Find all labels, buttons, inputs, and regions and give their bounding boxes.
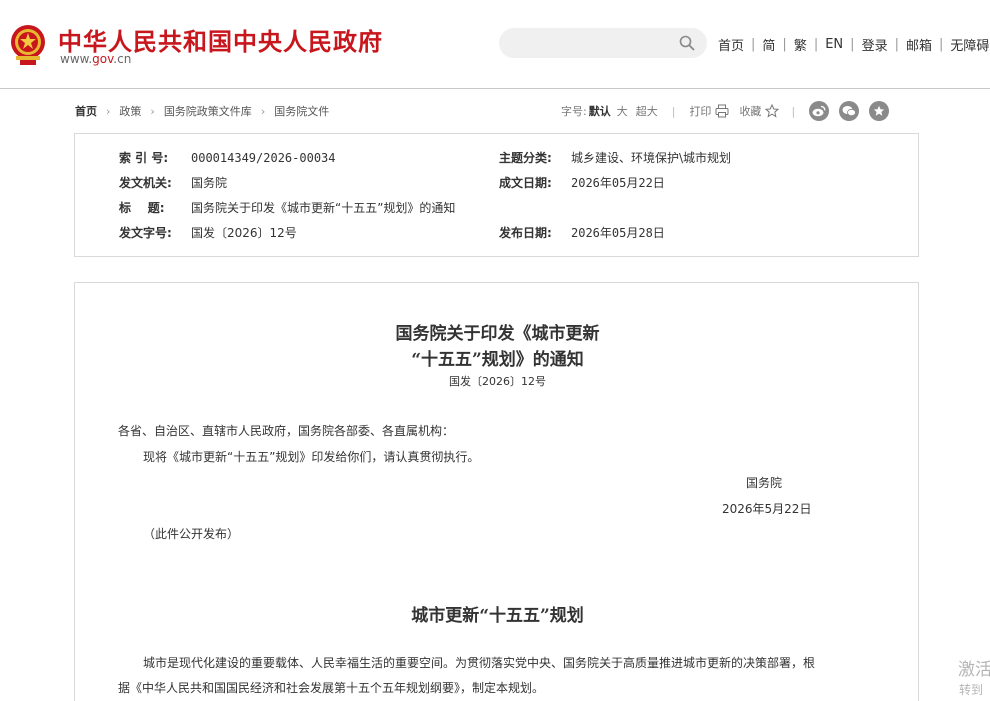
nav-separator: | [850,37,855,52]
document-sign-date: 2026年5月22日 [722,502,812,516]
document-metadata: 索 引 号: 000014349/2026-00034 发文机关: 国务院 标 题:… [74,133,919,257]
nav-traditional[interactable]: 繁 [794,35,807,54]
page-tools: 字号: 默认 大 超大 | 打印 收藏 | [561,101,890,121]
domain-prefix: www. [60,52,93,66]
printer-icon[interactable] [715,104,729,118]
document-title-line2: “十五五”规划》的通知 [411,350,584,370]
meta-index-row: 索 引 号: 000014349/2026-00034 [119,149,336,166]
print-button[interactable]: 打印 [689,103,711,119]
meta-index-label: 索 引 号: [119,151,169,165]
document-signature: 国务院 [746,476,783,490]
breadcrumb-home[interactable]: 首页 [75,103,97,119]
font-size-label: 字号: [561,105,587,118]
nav-simplified[interactable]: 简 [762,35,775,54]
nav-accessibility[interactable]: 无障碍 [950,35,989,54]
plan-paragraph-line2: 据《中华人民共和国国民经济和社会发展第十五个五年规划纲要》，制定本规划。 [118,681,545,695]
star-icon[interactable] [765,104,780,118]
font-size-xlarge[interactable]: 超大 [636,103,658,119]
breadcrumb-policy-library[interactable]: 国务院政策文件库 [164,103,252,119]
site-header: 中华人民共和国中央人民政府 www.gov.cn 首页 | 简 | 繁 | EN… [0,0,990,89]
meta-docno-label: 发文字号: [119,226,172,240]
document-body: 现将《城市更新“十五五”规划》印发给你们，请认真贯彻执行。 [143,450,480,464]
document-number: 国发〔2026〕12号 [449,375,546,388]
top-nav: 首页 | 简 | 繁 | EN | 登录 | 邮箱 | 无障碍 [718,35,989,54]
meta-docno-row: 发文字号: 国发〔2026〕12号 [119,224,297,241]
meta-subject-row: 主题分类: 城乡建设、环境保护\城市规划 [499,149,731,166]
nav-login[interactable]: 登录 [862,35,888,54]
plan-paragraph-line1: 城市是现代化建设的重要载体、人民幸福生活的重要空间。为贯彻落实党中央、国务院关于… [143,656,816,670]
document-salutation: 各省、自治区、直辖市人民政府，国务院各部委、各直属机构： [118,424,455,438]
chevron-right-icon: › [150,104,155,118]
nav-separator: | [813,37,819,52]
national-emblem-icon[interactable] [8,22,48,68]
breadcrumb: 首页 › 政策 › 国务院政策文件库 › 国务院文件 [75,103,329,119]
plan-title: 城市更新“十五五”规划 [411,606,584,626]
nav-home[interactable]: 首页 [718,35,744,54]
breadcrumb-state-council-docs[interactable]: 国务院文件 [274,103,329,119]
font-size-default[interactable]: 默认 [589,103,611,119]
meta-written-label: 成文日期: [499,176,552,190]
document-title-line1: 国务院关于印发《城市更新 [395,324,600,344]
nav-mailbox[interactable]: 邮箱 [906,35,932,54]
nav-separator: | [782,37,787,52]
meta-publish-value: 2026年05月28日 [571,226,665,240]
domain-suffix: .cn [113,52,132,66]
meta-publish-row: 发布日期: 2026年05月28日 [499,224,665,241]
meta-docno-value: 国发〔2026〕12号 [191,226,297,240]
tools-separator: | [791,104,796,118]
meta-issuer-row: 发文机关: 国务院 [119,174,227,191]
search-icon[interactable] [679,35,695,51]
wechat-share-button[interactable] [839,101,860,121]
share-buttons [809,101,890,121]
activation-watermark-sub: 转到 [959,683,984,697]
favorite-button[interactable]: 收藏 [739,103,761,119]
font-size-large[interactable]: 大 [617,103,628,119]
breadcrumb-policy[interactable]: 政策 [119,103,141,119]
tools-separator: | [671,104,676,118]
meta-title-value: 国务院关于印发《城市更新“十五五”规划》的通知 [191,201,456,215]
meta-title-label: 标 题: [119,201,165,215]
meta-issuer-label: 发文机关: [119,176,172,190]
nav-separator: | [751,37,756,52]
domain-gov: gov [92,52,114,66]
weibo-share-button[interactable] [809,101,830,121]
meta-publish-label: 发布日期: [499,226,552,240]
meta-written-value: 2026年05月22日 [571,176,665,190]
meta-index-value: 000014349/2026-00034 [191,151,336,165]
nav-separator: | [938,37,944,52]
meta-issuer-value: 国务院 [191,176,228,190]
wechat-icon [842,106,857,117]
meta-title-row: 标 题: 国务院关于印发《城市更新“十五五”规划》的通知 [119,199,455,216]
search-input[interactable] [499,28,707,58]
weibo-icon [812,105,826,117]
meta-subject-label: 主题分类: [499,151,552,165]
meta-written-row: 成文日期: 2026年05月22日 [499,174,665,191]
chevron-right-icon: › [260,104,266,118]
document-content: 国务院关于印发《城市更新 “十五五”规划》的通知 国发〔2026〕12号 各省、… [74,282,919,701]
favorite-share-button[interactable] [869,101,890,121]
nav-separator: | [894,37,899,52]
chevron-right-icon: › [106,104,111,118]
star-filled-icon [874,105,885,116]
site-domain: www.gov.cn [60,52,131,66]
meta-subject-value: 城乡建设、环境保护\城市规划 [571,151,732,165]
activation-watermark: 激活 [958,660,990,680]
document-public-note: （此件公开发布） [143,527,240,541]
nav-english[interactable]: EN [825,37,843,52]
